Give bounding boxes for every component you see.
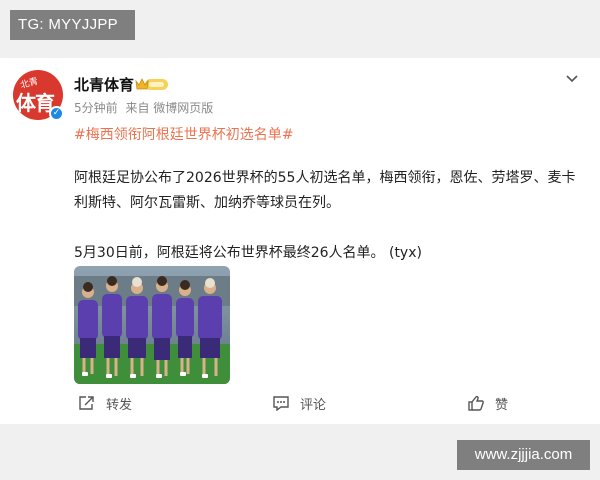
repost-button[interactable]: 转发: [78, 392, 132, 414]
comment-label: 评论: [300, 397, 327, 413]
post-time[interactable]: 5分钟前: [74, 101, 118, 115]
user-name[interactable]: 北青体育: [74, 74, 134, 95]
comment-button[interactable]: 评论: [272, 392, 326, 414]
repost-label: 转发: [106, 397, 133, 413]
like-icon: [468, 395, 484, 411]
vip-crown-icon: [135, 78, 168, 90]
chevron-down-icon[interactable]: [564, 72, 580, 86]
watermark-tg: TG: MYYJJPP: [10, 10, 135, 40]
watermark-site: www.zjjjia.com: [457, 440, 590, 470]
like-button[interactable]: 赞: [467, 392, 508, 414]
post-action-bar: 转发 评论 赞: [0, 392, 600, 414]
post-paragraph-2: 5月30日前，阿根廷将公布世界杯最终26人名单。 (tyx): [74, 245, 422, 261]
weibo-post-card: 北青 体育 ✓ 北青体育 5分钟前 来自 微博网页版 #梅西领衔阿根廷世界杯初选…: [0, 58, 600, 424]
hashtag-link[interactable]: #梅西领衔阿根廷世界杯初选名单#: [74, 124, 293, 144]
verified-icon: ✓: [49, 106, 64, 121]
like-label: 赞: [495, 397, 509, 413]
comment-icon: [273, 396, 289, 411]
repost-icon: [79, 396, 94, 410]
post-source: 来自 微博网页版: [125, 101, 214, 115]
post-paragraph-1: 阿根廷足协公布了2026世界杯的55人初选名单，梅西领衔，恩佐、劳塔罗、麦卡利斯…: [74, 170, 576, 211]
post-photo[interactable]: [74, 266, 230, 384]
post-meta: 5分钟前 来自 微博网页版: [74, 99, 217, 116]
team-photo-image: [74, 266, 230, 384]
post-text: 阿根廷足协公布了2026世界杯的55人初选名单，梅西领衔，恩佐、劳塔罗、麦卡利斯…: [74, 166, 584, 266]
